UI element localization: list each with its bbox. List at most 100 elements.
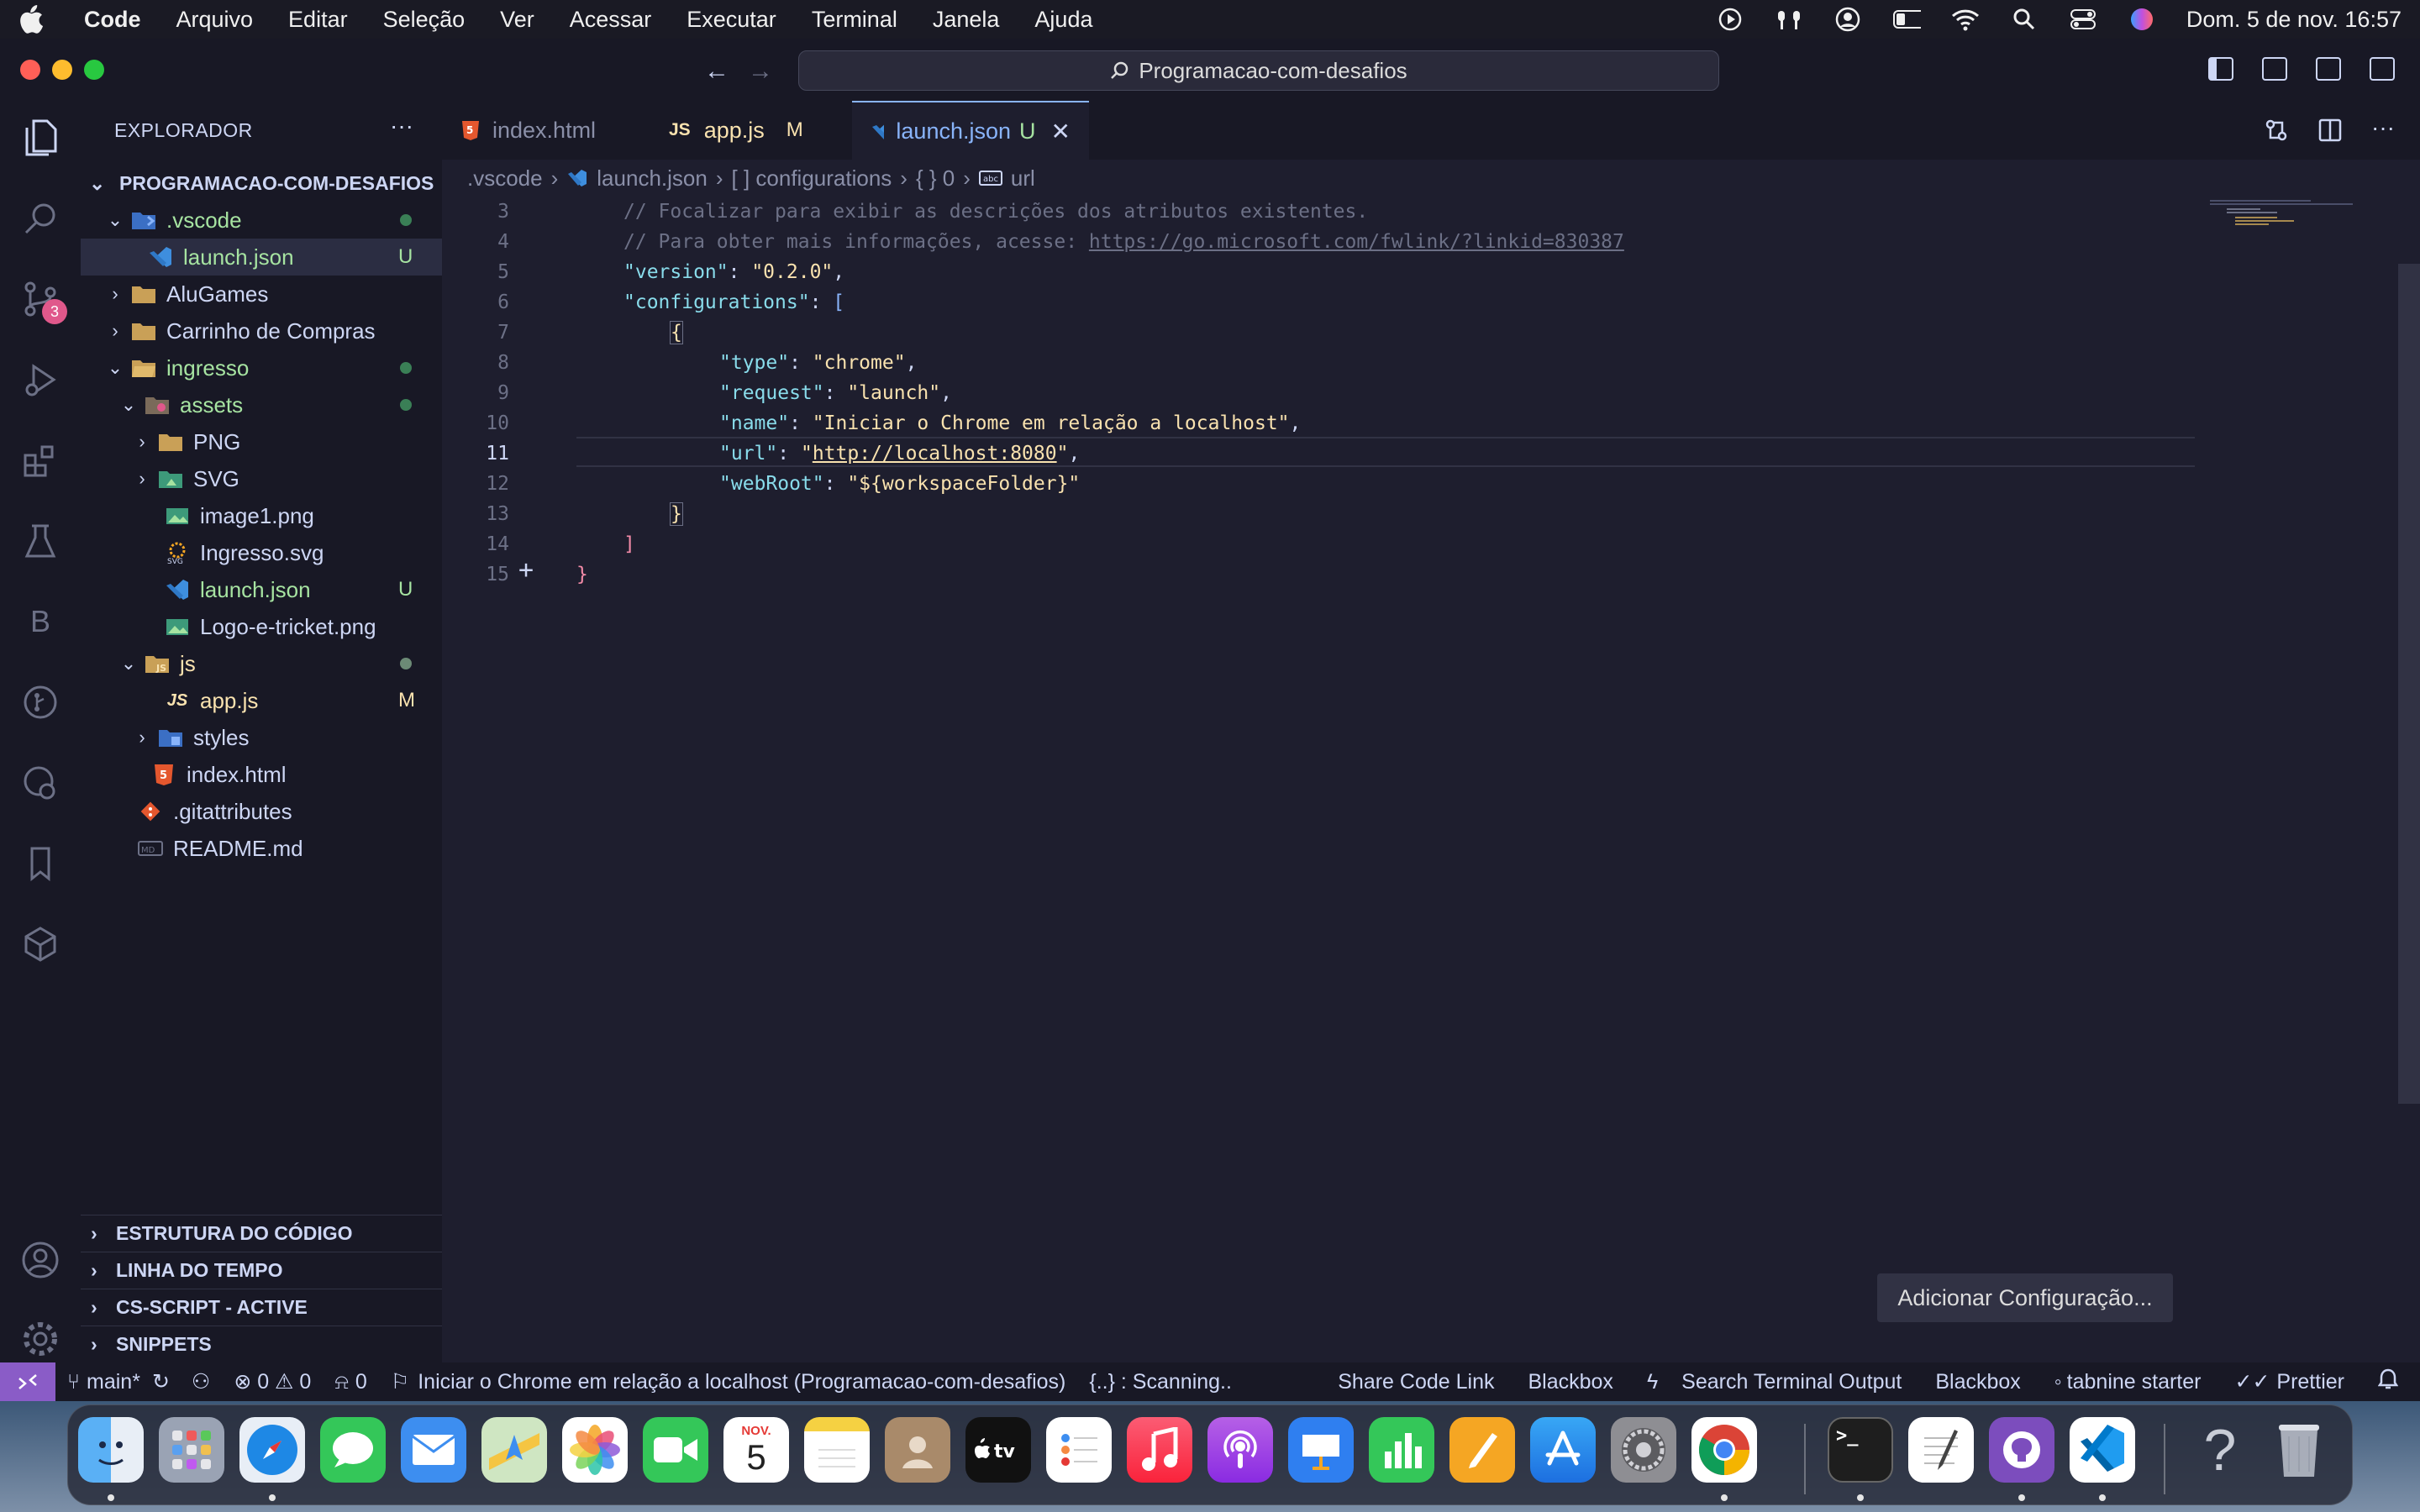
close-tab-icon[interactable]: ✕ [1051,118,1071,145]
menu-arquivo[interactable]: Arquivo [176,7,254,33]
remote-explorer-icon[interactable] [20,763,60,803]
tab-launch-json[interactable]: launch.json U ✕ [852,101,1089,160]
music-icon[interactable] [1127,1417,1192,1483]
facetime-icon[interactable] [643,1417,708,1483]
split-editor-icon[interactable] [2317,118,2343,143]
tree-file-launch-json-2[interactable]: launch.json U [81,571,442,608]
testing-icon[interactable] [20,521,60,561]
manage-gear-icon[interactable] [20,1319,60,1359]
breadcrumb-url[interactable]: url [1011,165,1035,192]
tree-file-index-html[interactable]: 5 index.html [81,756,442,793]
menu-ajuda[interactable]: Ajuda [1034,7,1092,33]
remote-indicator-icon[interactable] [0,1362,55,1401]
search-terminal-output[interactable]: ϟ Search Terminal Output [1647,1370,1902,1394]
tree-folder-assets[interactable]: ⌄ assets [81,386,442,423]
photos-icon[interactable] [562,1417,628,1483]
tabnine-status[interactable]: ◦ tabnine starter [2054,1370,2202,1394]
wifi-icon[interactable] [1951,7,1980,32]
finder-icon[interactable] [78,1417,144,1483]
airpods-icon[interactable] [1775,7,1803,32]
menu-acessar[interactable]: Acessar [570,7,652,33]
tree-folder-js[interactable]: ⌄ JS js [81,645,442,682]
blackbox-status[interactable]: Blackbox [1528,1370,1612,1394]
json-string-link[interactable]: http://localhost:8080 [813,443,1057,465]
github-desktop-icon[interactable] [1989,1417,2054,1483]
tree-file-ingresso-svg[interactable]: SVG Ingresso.svg [81,534,442,571]
podcasts-icon[interactable] [1207,1417,1273,1483]
launch-target[interactable]: ⚐ Iniciar o Chrome em relação a localhost… [391,1369,1066,1394]
breadcrumb-index[interactable]: { } 0 [916,165,955,192]
toggle-secondary-sidebar-icon[interactable] [2316,57,2341,81]
problems-indicator[interactable]: ⊗ 0 ⚠ 0 [234,1369,311,1394]
menu-editar[interactable]: Editar [288,7,348,33]
more-actions-icon[interactable]: ··· [390,113,413,139]
tree-folder-png[interactable]: › PNG [81,423,442,460]
clock[interactable]: Dom. 5 de nov. 16:57 [2186,7,2402,33]
tree-file-app-js[interactable]: JS app.js M [81,682,442,719]
launchpad-icon[interactable] [159,1417,224,1483]
help-icon[interactable]: ? [2187,1417,2253,1483]
tv-icon[interactable]: tv [965,1417,1031,1483]
user-icon[interactable] [1833,7,1862,32]
run-debug-icon[interactable] [20,360,60,400]
terminal-icon[interactable]: >_ [1828,1417,1893,1483]
section-snippets[interactable]: › SNIPPETS [81,1326,442,1362]
reminders-icon[interactable] [1046,1417,1112,1483]
notes-icon[interactable] [804,1417,870,1483]
menu-terminal[interactable]: Terminal [812,7,897,33]
close-window-button[interactable] [20,60,40,80]
forward-arrow-icon[interactable]: → [748,57,773,86]
breadcrumb-configurations[interactable]: [ ] configurations [732,165,892,192]
pages-icon[interactable] [1449,1417,1515,1483]
minimap[interactable] [2210,197,2361,247]
menu-janela[interactable]: Janela [933,7,1000,33]
comment-link[interactable]: https://go.microsoft.com/fwlink/?linkid=… [1089,231,1624,253]
share-code-link[interactable]: Share Code Link [1338,1370,1494,1394]
tree-folder-carrinho[interactable]: › Carrinho de Compras [81,312,442,349]
toggle-primary-sidebar-icon[interactable] [2208,57,2233,81]
control-center-icon[interactable] [2069,7,2097,32]
tree-file-image1[interactable]: image1.png [81,497,442,534]
system-settings-icon[interactable] [1611,1417,1676,1483]
bookmarks-icon[interactable] [20,843,60,884]
breadcrumb-folder[interactable]: .vscode [467,165,543,192]
vertical-scrollbar[interactable] [2398,264,2420,1104]
tree-folder-alugames[interactable]: › AluGames [81,276,442,312]
scanning-status[interactable]: {..} : Scanning.. [1089,1370,1232,1394]
git-graph-icon[interactable] [20,682,60,722]
battery-icon[interactable] [1892,7,1921,32]
maps-icon[interactable] [481,1417,547,1483]
minimize-window-button[interactable] [52,60,72,80]
branch-indicator[interactable]: ⑂ main* ↻ ⚇ [67,1369,210,1394]
blackbox-icon[interactable]: B [20,601,60,642]
apple-icon[interactable] [18,5,44,34]
vscode-icon[interactable] [2070,1417,2135,1483]
tree-file-logo[interactable]: Logo-e-tricket.png [81,608,442,645]
tree-file-launch-json[interactable]: launch.json U [81,239,442,276]
debug-icon[interactable]: ⚇ [192,1370,210,1394]
numbers-icon[interactable] [1369,1417,1434,1483]
zoom-window-button[interactable] [84,60,104,80]
tree-file-gitattributes[interactable]: .gitattributes [81,793,442,830]
calendar-icon[interactable]: NOV. 5 [723,1417,789,1483]
chrome-icon[interactable] [1691,1417,1757,1483]
prettier-status[interactable]: ✓✓ Prettier [2235,1369,2345,1394]
menu-ver[interactable]: Ver [500,7,534,33]
back-arrow-icon[interactable]: ← [704,57,729,86]
command-center-search[interactable]: Programacao-com-desafios [798,50,1719,91]
textedit-icon[interactable] [1908,1417,1974,1483]
notifications-bell-icon[interactable] [2377,1368,2399,1396]
search-icon[interactable] [20,198,60,239]
app-store-icon[interactable] [1530,1417,1596,1483]
section-outline[interactable]: › ESTRUTURA DO CÓDIGO [81,1215,442,1252]
menu-code[interactable]: Code [84,7,141,33]
workspace-root[interactable]: ⌄ PROGRAMACAO-COM-DESAFIOS [81,165,442,202]
tree-file-readme[interactable]: MD README.md [81,830,442,867]
extensions-icon[interactable] [20,440,60,480]
breadcrumb-file[interactable]: launch.json [597,165,708,192]
play-icon[interactable] [1716,7,1744,32]
mail-icon[interactable] [401,1417,466,1483]
menu-selecao[interactable]: Seleção [383,7,466,33]
tree-folder-ingresso[interactable]: ⌄ ingresso [81,349,442,386]
menu-executar[interactable]: Executar [687,7,776,33]
